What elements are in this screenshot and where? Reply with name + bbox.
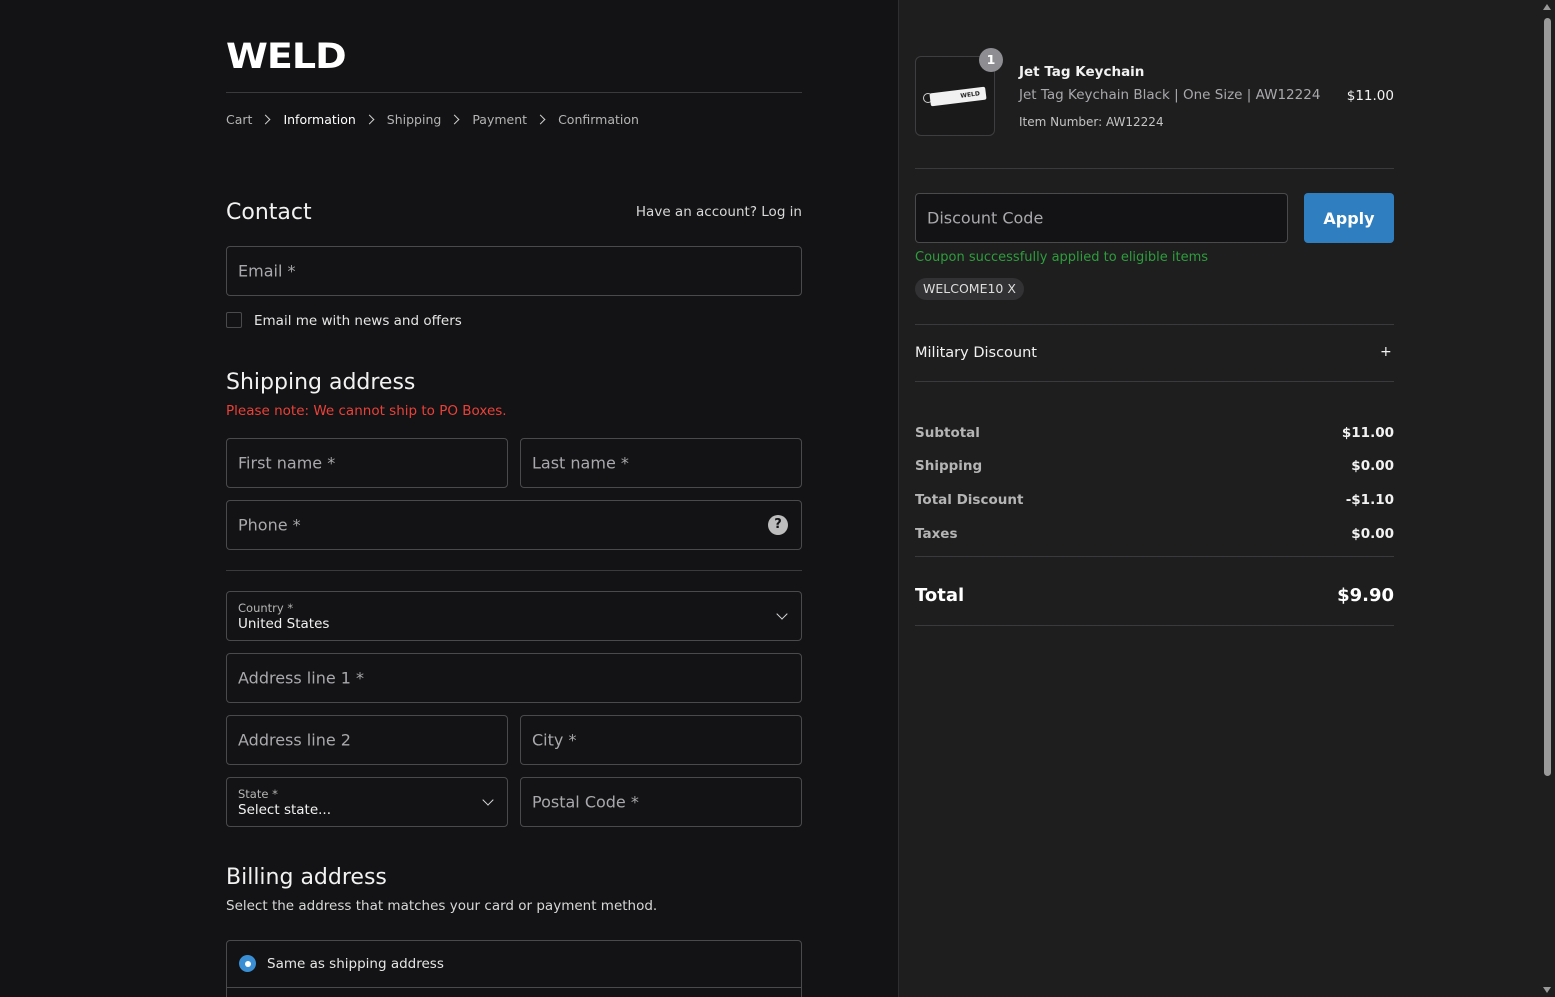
po-box-warning: Please note: We cannot ship to PO Boxes. xyxy=(226,403,507,419)
breadcrumb-confirmation: Confirmation xyxy=(558,112,639,127)
same-as-shipping-radio[interactable] xyxy=(239,955,256,972)
total-discount-value: -$1.10 xyxy=(1345,492,1394,508)
breadcrumb-information: Information xyxy=(283,112,356,127)
total-discount-label: Total Discount xyxy=(915,492,1024,508)
plus-icon[interactable]: + xyxy=(1380,344,1392,360)
checkout-form-panel xyxy=(0,0,898,997)
newsletter-label[interactable]: Email me with news and offers xyxy=(254,313,462,329)
billing-option-divider xyxy=(227,987,801,988)
same-as-shipping-label[interactable]: Same as shipping address xyxy=(267,956,444,972)
chevron-down-icon xyxy=(482,794,494,806)
billing-options: Same as shipping address xyxy=(226,940,802,997)
first-name-field[interactable]: First name * xyxy=(226,438,508,488)
scroll-down-arrow-icon[interactable] xyxy=(1543,987,1551,993)
page-scrollbar[interactable] xyxy=(1540,0,1555,997)
address-line-2-field[interactable]: Address line 2 xyxy=(226,715,508,765)
chevron-right-icon xyxy=(449,114,460,125)
state-select[interactable]: State * Select state... xyxy=(226,777,508,827)
quantity-badge: 1 xyxy=(979,48,1003,72)
summary-divider xyxy=(915,381,1394,382)
apply-discount-button[interactable]: Apply xyxy=(1304,193,1394,243)
scroll-up-arrow-icon[interactable] xyxy=(1543,4,1551,10)
address-line-1-field[interactable]: Address line 1 * xyxy=(226,653,802,703)
first-name-placeholder: First name * xyxy=(238,453,336,473)
summary-divider xyxy=(915,625,1394,626)
billing-subtitle: Select the address that matches your car… xyxy=(226,898,658,914)
email-placeholder: Email * xyxy=(238,261,296,281)
breadcrumb: Cart Information Shipping Payment Confir… xyxy=(226,112,639,127)
header-divider xyxy=(226,92,802,93)
product-item-number: Item Number: AW12224 xyxy=(1019,115,1164,129)
postal-code-field[interactable]: Postal Code * xyxy=(520,777,802,827)
last-name-placeholder: Last name * xyxy=(532,453,629,473)
product-name: Jet Tag Keychain xyxy=(1019,64,1145,80)
last-name-field[interactable]: Last name * xyxy=(520,438,802,488)
login-link[interactable]: Have an account? Log in xyxy=(600,204,802,220)
product-price: $11.00 xyxy=(1346,88,1394,104)
chevron-right-icon xyxy=(535,114,546,125)
state-label: State * xyxy=(238,787,278,801)
country-select[interactable]: Country * United States xyxy=(226,591,802,641)
summary-divider xyxy=(915,556,1394,557)
discount-code-input[interactable]: Discount Code xyxy=(915,193,1288,243)
taxes-value: $0.00 xyxy=(1351,526,1394,542)
shipping-cost-label: Shipping xyxy=(915,458,983,474)
breadcrumb-shipping: Shipping xyxy=(386,112,442,127)
chevron-right-icon xyxy=(364,114,375,125)
contact-title: Contact xyxy=(226,200,312,225)
breadcrumb-cart[interactable]: Cart xyxy=(226,112,252,127)
help-icon[interactable]: ? xyxy=(768,515,788,535)
keychain-tag-image: WELD xyxy=(929,86,987,107)
address-line-2-placeholder: Address line 2 xyxy=(238,730,351,750)
total-label: Total xyxy=(915,585,965,606)
taxes-label: Taxes xyxy=(915,526,958,542)
newsletter-checkbox[interactable] xyxy=(226,312,242,328)
subtotal-value: $11.00 xyxy=(1341,425,1394,441)
coupon-success-message: Coupon successfully applied to eligible … xyxy=(915,250,1209,265)
shipping-cost-value: $0.00 xyxy=(1351,458,1394,474)
section-divider xyxy=(226,570,802,571)
breadcrumb-payment: Payment xyxy=(472,112,528,127)
country-value: United States xyxy=(238,616,330,632)
country-label: Country * xyxy=(238,601,294,615)
phone-field[interactable]: Phone * ? xyxy=(226,500,802,550)
summary-divider xyxy=(915,168,1394,169)
subtotal-label: Subtotal xyxy=(915,425,980,441)
scrollbar-thumb[interactable] xyxy=(1544,18,1551,776)
phone-placeholder: Phone * xyxy=(238,515,301,535)
applied-coupon-chip[interactable]: WELCOME10 X xyxy=(915,278,1024,300)
billing-title: Billing address xyxy=(226,865,387,890)
address-line-1-placeholder: Address line 1 * xyxy=(238,668,365,688)
shipping-title: Shipping address xyxy=(226,370,416,395)
summary-divider xyxy=(915,324,1394,325)
city-placeholder: City * xyxy=(532,730,577,750)
military-discount-label[interactable]: Military Discount xyxy=(915,345,1037,361)
chevron-down-icon xyxy=(776,608,788,620)
postal-code-placeholder: Postal Code * xyxy=(532,792,639,812)
product-variant: Jet Tag Keychain Black | One Size | AW12… xyxy=(1019,87,1321,103)
discount-code-placeholder: Discount Code xyxy=(927,208,1044,228)
city-field[interactable]: City * xyxy=(520,715,802,765)
email-field[interactable]: Email * xyxy=(226,246,802,296)
state-value: Select state... xyxy=(238,802,332,818)
weld-logo[interactable]: WELD xyxy=(226,36,347,76)
chevron-right-icon xyxy=(260,114,271,125)
total-value: $9.90 xyxy=(1337,585,1394,606)
